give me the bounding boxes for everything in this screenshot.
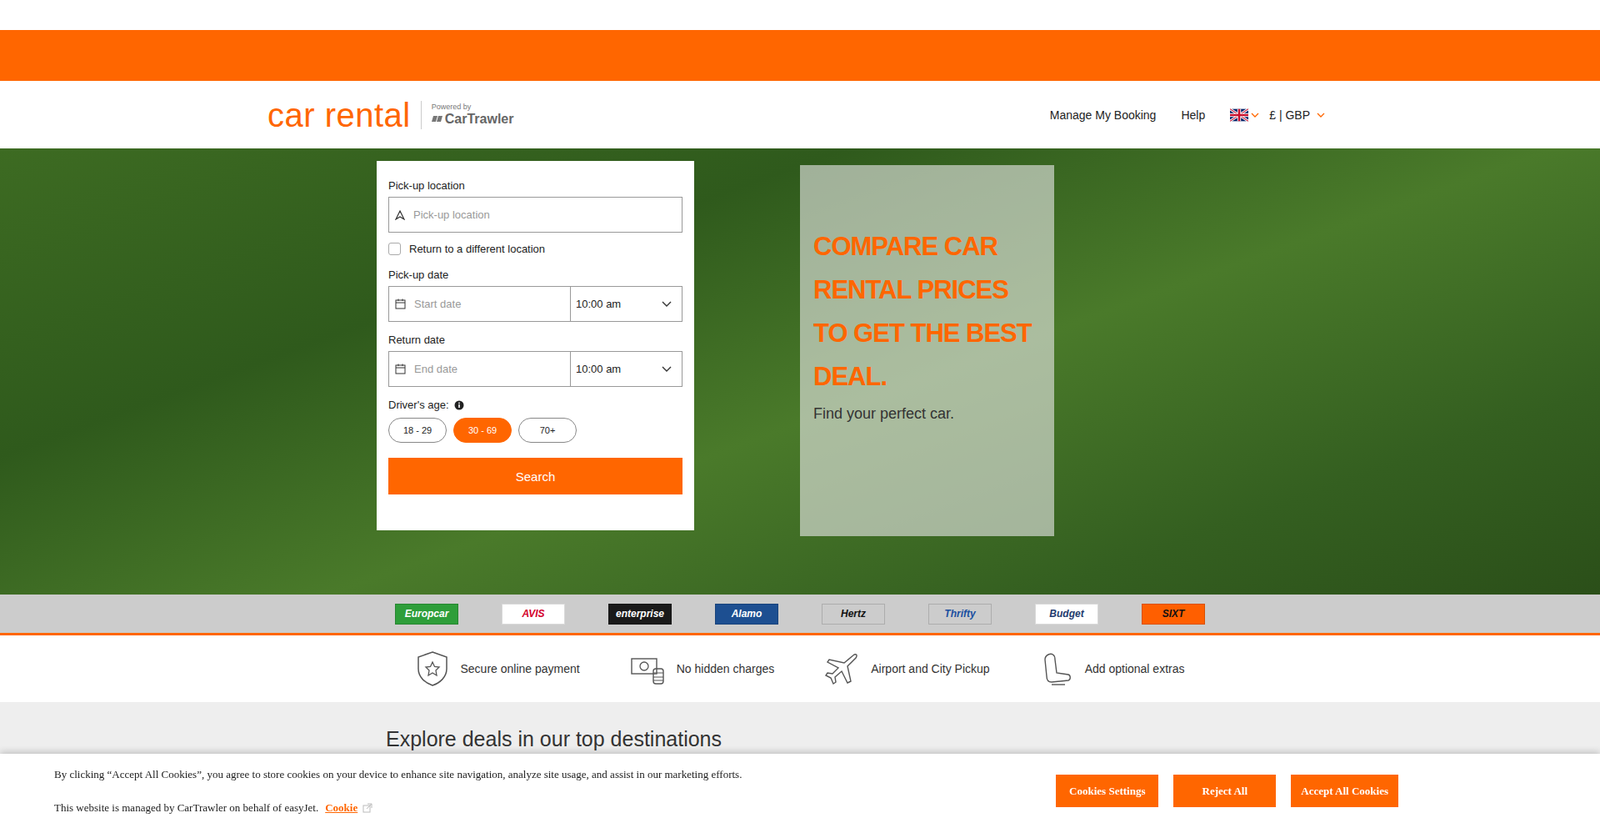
shield-icon bbox=[415, 650, 450, 687]
nav-link[interactable]: Manage My Booking bbox=[1050, 108, 1157, 122]
chevron-down-icon bbox=[1316, 112, 1325, 118]
feature-item: Secure online payment bbox=[415, 650, 580, 687]
brand-strip: Europcar AVIS enterprise Alamo Hertz Thrifty B… bbox=[0, 594, 1600, 635]
cookie-managed-text: This website is managed by CarTrawler on… bbox=[54, 800, 742, 815]
currency-selector[interactable]: £ | GBP bbox=[1269, 108, 1325, 122]
pickup-location-input[interactable]: Pick-up location bbox=[388, 196, 683, 233]
brand-logo: Europcar bbox=[395, 603, 459, 625]
brand-logo: SIXT bbox=[1141, 603, 1205, 625]
feature-label: Secure online payment bbox=[460, 661, 580, 675]
end-date-input[interactable]: End date bbox=[388, 350, 571, 387]
cookie-banner: By clicking “Accept All Cookies”, you ag… bbox=[0, 753, 1600, 828]
pickup-location-label: Pick-up location bbox=[388, 179, 683, 192]
orange-bar bbox=[0, 30, 1600, 81]
hero-content: Pick-up location Pick-up location Return… bbox=[376, 148, 1055, 536]
header: car rental Powered by CarTrawler Manage … bbox=[0, 80, 1600, 149]
plane-icon bbox=[824, 650, 860, 686]
calendar-icon bbox=[395, 363, 406, 375]
cookie-button[interactable]: Accept All Cookies bbox=[1290, 774, 1399, 807]
return-time-value: 10:00 am bbox=[575, 362, 621, 375]
language-selector[interactable] bbox=[1230, 108, 1260, 122]
different-return-label: Return to a different location bbox=[409, 242, 545, 255]
chevron-down-icon bbox=[661, 300, 672, 307]
cookie-text-block: By clicking “Accept All Cookies”, you ag… bbox=[54, 767, 742, 815]
page: car rental Powered by CarTrawler Manage … bbox=[0, 0, 1600, 828]
uk-flag-icon bbox=[1230, 108, 1249, 122]
search-button[interactable]: Search bbox=[388, 457, 683, 495]
brand-logo: Hertz bbox=[821, 603, 885, 625]
car-seat-icon bbox=[1040, 650, 1074, 686]
different-return-row[interactable]: Return to a different location bbox=[388, 242, 683, 255]
cookie-button[interactable]: Reject All bbox=[1173, 774, 1276, 807]
cookie-button[interactable]: Cookies Settings bbox=[1055, 774, 1159, 807]
brand-logo: enterprise bbox=[608, 603, 672, 625]
pickup-location-placeholder: Pick-up location bbox=[413, 208, 490, 221]
brand-logo: Thrifty bbox=[928, 603, 992, 625]
cookie-text: By clicking “Accept All Cookies”, you ag… bbox=[54, 767, 742, 781]
cartrawler-icon bbox=[431, 113, 443, 125]
cartrawler-brand: CarTrawler bbox=[431, 111, 515, 127]
powered-by: Powered by CarTrawler bbox=[431, 103, 515, 126]
logo-text: car rental bbox=[267, 98, 411, 132]
return-date-label: Return date bbox=[388, 333, 683, 346]
hero: Pick-up location Pick-up location Return… bbox=[0, 148, 1600, 595]
promo-panel: COMPARE CAR RENTAL PRICES TO GET THE BES… bbox=[800, 165, 1055, 536]
feature-item: Add optional extras bbox=[1040, 650, 1185, 686]
calendar-icon bbox=[395, 298, 406, 310]
promo-subtitle: Find your perfect car. bbox=[813, 405, 1041, 423]
location-arrow-icon bbox=[395, 210, 405, 220]
feature-label: No hidden charges bbox=[676, 661, 775, 675]
features-row: Secure online payment No hidden charges … bbox=[0, 635, 1600, 702]
nav-link[interactable]: Help bbox=[1180, 108, 1205, 122]
driver-age-options: 18 - 2930 - 6970+ bbox=[388, 417, 683, 443]
info-icon[interactable] bbox=[454, 400, 465, 410]
age-option[interactable]: 18 - 29 bbox=[388, 417, 447, 443]
header-nav: Manage My Booking Help £ | GBP bbox=[1050, 108, 1325, 122]
external-link-icon bbox=[362, 802, 373, 813]
logo[interactable]: car rental Powered by CarTrawler bbox=[267, 98, 514, 132]
start-date-input[interactable]: Start date bbox=[388, 285, 571, 322]
return-date-row: End date 10:00 am bbox=[388, 350, 683, 387]
logo-divider bbox=[420, 100, 422, 130]
age-option[interactable]: 30 - 69 bbox=[453, 417, 512, 443]
feature-item: Airport and City Pickup bbox=[824, 650, 990, 686]
cookie-buttons: Cookies Settings Reject All Accept All Coo… bbox=[1055, 774, 1399, 807]
end-date-placeholder: End date bbox=[414, 362, 458, 375]
feature-label: Add optional extras bbox=[1085, 661, 1185, 675]
brand-logo: Budget bbox=[1035, 603, 1099, 625]
return-time-select[interactable]: 10:00 am bbox=[570, 350, 683, 387]
age-option[interactable]: 70+ bbox=[518, 417, 577, 443]
top-strip bbox=[0, 0, 1600, 30]
chevron-down-icon bbox=[661, 365, 672, 372]
different-return-checkbox[interactable] bbox=[388, 242, 401, 255]
pickup-time-select[interactable]: 10:00 am bbox=[570, 285, 683, 322]
promo-heading: COMPARE CAR RENTAL PRICES TO GET THE BES… bbox=[813, 225, 1041, 399]
cash-icon bbox=[630, 651, 665, 685]
explore-title: Explore deals in our top destinations bbox=[385, 726, 1600, 751]
brand-logo: Alamo bbox=[715, 603, 779, 625]
feature-label: Airport and City Pickup bbox=[870, 661, 990, 675]
pickup-date-label: Pick-up date bbox=[388, 268, 683, 281]
start-date-placeholder: Start date bbox=[414, 297, 461, 310]
pickup-time-value: 10:00 am bbox=[575, 297, 621, 310]
cookie-policy-link[interactable]: Cookie bbox=[325, 800, 358, 815]
feature-item: No hidden charges bbox=[630, 651, 775, 685]
chevron-down-icon bbox=[1250, 112, 1260, 118]
pickup-date-row: Start date 10:00 am bbox=[388, 285, 683, 322]
driver-age-label: Driver's age: bbox=[388, 398, 683, 411]
brand-logo: AVIS bbox=[501, 603, 565, 625]
powered-by-label: Powered by bbox=[431, 103, 515, 112]
search-form: Pick-up location Pick-up location Return… bbox=[376, 160, 695, 530]
